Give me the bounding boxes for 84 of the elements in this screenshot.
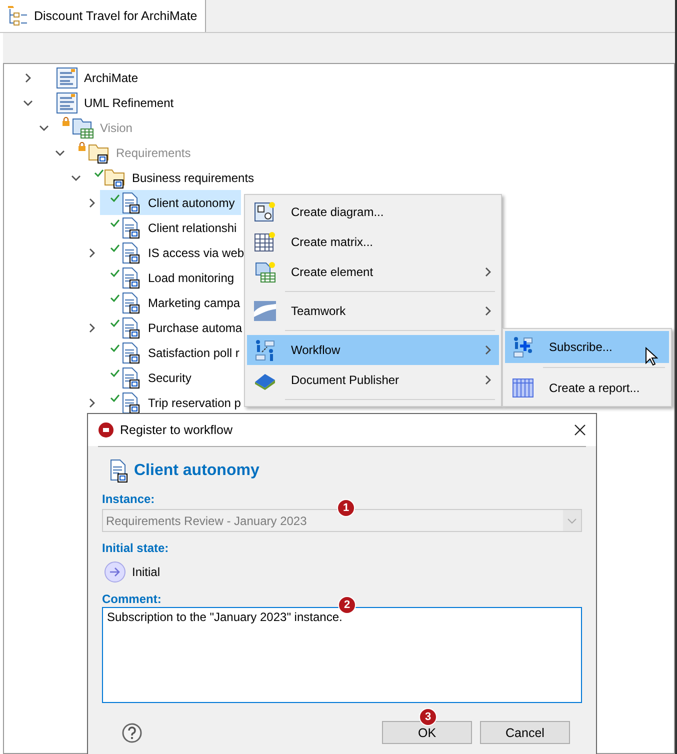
document-icon <box>108 459 130 483</box>
tree-item[interactable]: Purchase automa <box>100 315 248 340</box>
menu-item[interactable]: Document Publisher <box>247 365 499 395</box>
check-icon <box>110 319 120 327</box>
document-icon <box>120 216 142 238</box>
check-icon <box>110 394 120 402</box>
field-label: Initial state: <box>102 541 169 555</box>
model-icon <box>56 66 78 88</box>
tree-item[interactable]: ArchiMate <box>36 65 144 90</box>
lock-icon <box>78 142 86 151</box>
chevron-right-icon[interactable] <box>483 306 493 316</box>
check-icon <box>94 169 104 177</box>
menu-item[interactable]: Create a report... <box>505 372 669 404</box>
document-icon <box>120 292 142 314</box>
dialog-button[interactable]: Cancel <box>480 721 570 744</box>
chevron-down-icon <box>567 518 577 524</box>
tree-item[interactable]: Marketing campa <box>100 290 246 315</box>
tree-item[interactable]: Trip reservation p <box>100 390 247 415</box>
menu-item[interactable]: Create diagram... <box>247 197 499 227</box>
check-icon <box>110 219 120 227</box>
wave-logo-icon <box>254 301 276 321</box>
close-icon[interactable] <box>574 424 586 436</box>
step-marker: 1 <box>337 499 355 517</box>
tree-item[interactable]: Security <box>100 365 198 390</box>
workflow-add-icon <box>512 336 534 358</box>
dialog-title: Register to workflow <box>120 423 234 437</box>
help-icon[interactable] <box>122 722 142 742</box>
field-label: Instance: <box>102 492 155 506</box>
document-icon <box>120 316 142 338</box>
check-icon <box>110 269 120 277</box>
folder-icon <box>104 166 126 188</box>
chevron-right-icon[interactable] <box>87 398 97 408</box>
chevron-right-icon[interactable] <box>23 72 33 82</box>
state-value: Initial <box>132 565 160 579</box>
check-icon <box>110 194 120 202</box>
chevron-down-icon[interactable] <box>39 122 49 132</box>
diagram-icon <box>254 201 276 223</box>
folder-icon <box>88 142 110 164</box>
comment-field[interactable]: Subscription to the "January 2023" instance. <box>102 607 582 703</box>
menu-item[interactable]: Subscribe... <box>505 331 669 363</box>
chevron-right-icon[interactable] <box>483 267 493 277</box>
lock-icon <box>62 117 70 126</box>
chevron-right-icon[interactable] <box>87 198 97 208</box>
tree-item[interactable]: Client relationshi <box>100 215 243 240</box>
workflow-icon <box>254 339 276 361</box>
tree-structure-icon <box>6 5 28 27</box>
step-marker: 3 <box>419 708 437 726</box>
dialog-button[interactable]: OK <box>382 721 472 744</box>
tree-item[interactable]: Load monitoring <box>100 265 240 290</box>
menu-item[interactable]: Workflow <box>247 335 499 365</box>
chevron-right-icon[interactable] <box>483 345 493 355</box>
chevron-down-icon[interactable] <box>55 148 65 158</box>
chevron-right-icon[interactable] <box>87 248 97 258</box>
folder-table-icon <box>72 116 94 138</box>
check-icon <box>110 369 120 377</box>
menu-item[interactable]: Teamwork <box>247 296 499 326</box>
element-heading: Client autonomy <box>134 462 260 480</box>
document-icon <box>120 242 142 264</box>
field-label: Comment: <box>102 592 162 606</box>
table-icon <box>254 231 276 253</box>
check-icon <box>110 294 120 302</box>
document-icon <box>120 366 142 388</box>
grid-icon <box>512 378 534 398</box>
tree-item[interactable]: UML Refinement <box>36 90 180 115</box>
document-icon <box>120 266 142 288</box>
app-logo-icon <box>98 422 114 438</box>
check-icon <box>110 244 120 252</box>
document-icon <box>120 342 142 364</box>
chevron-right-icon[interactable] <box>87 322 97 332</box>
step-marker: 2 <box>338 596 356 614</box>
chevron-right-icon[interactable] <box>483 375 493 385</box>
tree-item[interactable]: Client autonomy <box>100 190 241 215</box>
check-icon <box>110 344 120 352</box>
model-icon <box>56 92 78 114</box>
arrow-circle-icon <box>104 561 126 583</box>
editor-tab[interactable]: Discount Travel for ArchiMate <box>0 0 206 32</box>
mouse-pointer-icon <box>645 347 658 366</box>
element-icon <box>254 261 276 283</box>
chevron-down-icon[interactable] <box>23 98 33 108</box>
tree-item[interactable]: Satisfaction poll r <box>100 340 246 365</box>
tab-title: Discount Travel for ArchiMate <box>34 9 198 23</box>
document-icon <box>120 192 142 214</box>
tree-item[interactable]: Business requirements <box>84 165 260 190</box>
chevron-down-icon[interactable] <box>71 172 81 182</box>
